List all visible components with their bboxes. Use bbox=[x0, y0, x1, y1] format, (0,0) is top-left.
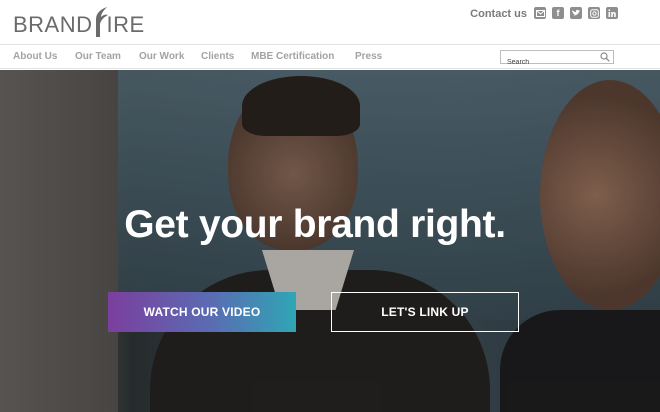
nav-item-mbe-certification[interactable]: MBE Certification bbox=[251, 51, 334, 63]
instagram-icon[interactable] bbox=[588, 7, 600, 19]
lets-link-up-label: LET'S LINK UP bbox=[381, 305, 469, 319]
linkedin-icon[interactable] bbox=[606, 7, 618, 19]
hero-banner: Get your brand right. WATCH OUR VIDEO LE… bbox=[0, 70, 660, 412]
site-header: BRAND IRE Contact us f bbox=[0, 0, 660, 44]
search-box bbox=[500, 50, 614, 69]
twitter-icon[interactable] bbox=[570, 7, 582, 19]
social-links: f bbox=[534, 7, 618, 19]
main-nav: About Us Our Team Our Work Clients MBE C… bbox=[0, 44, 660, 69]
hero-headline: Get your brand right. bbox=[124, 203, 506, 246]
facebook-icon[interactable]: f bbox=[552, 7, 564, 19]
nav-item-about-us[interactable]: About Us bbox=[13, 51, 57, 63]
email-icon[interactable] bbox=[534, 7, 546, 19]
watch-our-video-label: WATCH OUR VIDEO bbox=[143, 305, 261, 319]
nav-item-our-team[interactable]: Our Team bbox=[75, 51, 121, 63]
logo-text-ire: IRE bbox=[106, 12, 145, 37]
logo-text-brand: BRAND bbox=[13, 12, 93, 37]
search-icon[interactable] bbox=[600, 52, 610, 62]
contact-us-link[interactable]: Contact us bbox=[470, 8, 527, 20]
nav-item-press[interactable]: Press bbox=[355, 51, 382, 63]
brandfire-logo[interactable]: BRAND IRE bbox=[13, 4, 145, 40]
lets-link-up-button[interactable]: LET'S LINK UP bbox=[331, 292, 519, 332]
nav-item-clients[interactable]: Clients bbox=[201, 51, 234, 63]
watch-our-video-button[interactable]: WATCH OUR VIDEO bbox=[108, 292, 296, 332]
nav-item-our-work[interactable]: Our Work bbox=[139, 51, 184, 63]
search-input[interactable] bbox=[501, 56, 597, 69]
